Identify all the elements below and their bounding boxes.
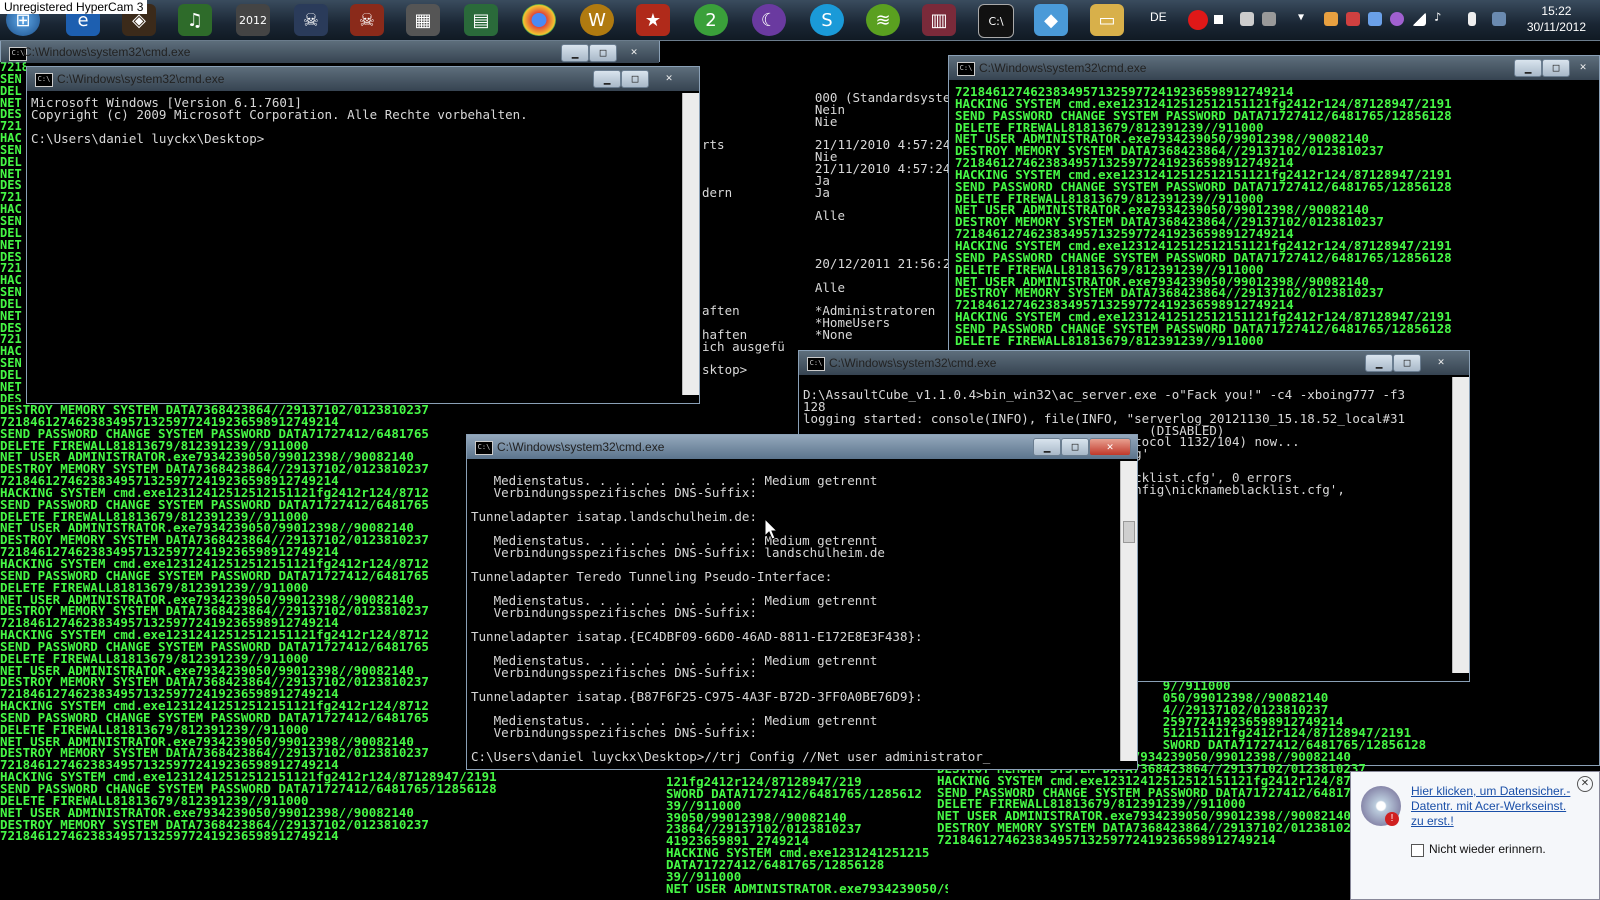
maximize-button[interactable]: □ <box>589 44 617 62</box>
mouse-cursor-icon <box>764 518 778 540</box>
close-button[interactable]: ✕ <box>1421 354 1461 370</box>
cmd-icon: C:\ <box>35 73 53 87</box>
vertical-scrollbar[interactable] <box>682 93 699 395</box>
tray-icon-4[interactable] <box>1368 12 1382 26</box>
minimize-button[interactable]: ▁ <box>1033 438 1061 456</box>
blue-app-icon[interactable]: ◆ <box>1034 4 1068 36</box>
window-top-left[interactable]: C:\ C:\Windows\system32\cmd.exe ▁ □ ✕ Mi… <box>26 66 700 404</box>
window-bg-left-titlebar[interactable]: C:\ C:\Windows\system32\cmd.exe ▁ □ ✕ <box>1 41 659 63</box>
window-main-titlebar[interactable]: C:\ C:\Windows\system32\cmd.exe ▁ □ ✕ <box>467 435 1137 459</box>
explorer-folder-icon[interactable]: ▭ <box>1090 4 1124 36</box>
language-indicator[interactable]: DE <box>1150 10 1167 24</box>
network-icon[interactable] <box>1412 12 1426 26</box>
taskbar: ⊞ e ◈ ♫ 2012 ☠ ☠ ▦ ▤ W ★ 2 ☾ S ≋ ▥ C:\ ◆… <box>0 0 1600 41</box>
flag-icon[interactable] <box>1346 12 1360 26</box>
dont-remind-label: Nicht wieder erinnern. <box>1429 842 1546 856</box>
red-game-icon[interactable]: ☠ <box>350 4 384 36</box>
minimize-button[interactable]: ▁ <box>593 70 621 88</box>
window-title: C:\Windows\system32\cmd.exe <box>23 45 191 59</box>
clock-time: 15:22 <box>1541 4 1572 18</box>
window-top-right-titlebar[interactable]: C:\ C:\Windows\system32\cmd.exe ▁ □ ✕ <box>949 56 1599 80</box>
close-button[interactable]: ✕ <box>649 70 689 86</box>
minimize-button[interactable]: ▁ <box>561 44 589 62</box>
window-main[interactable]: C:\ C:\Windows\system32\cmd.exe ▁ □ ✕ Me… <box>466 434 1138 770</box>
music-app-icon[interactable]: ♫ <box>178 4 212 36</box>
star-app-icon[interactable]: ★ <box>636 4 670 36</box>
maximize-button[interactable]: □ <box>1542 59 1570 77</box>
skype-icon[interactable]: S <box>810 4 844 36</box>
scrollbar-thumb[interactable] <box>1123 521 1135 543</box>
spotify-icon[interactable]: ≋ <box>866 4 900 36</box>
game-icon[interactable]: ▦ <box>406 4 440 36</box>
cmd-taskbar-icon[interactable]: C:\ <box>978 4 1014 38</box>
vertical-scrollbar[interactable] <box>1120 461 1137 761</box>
top-right-console-stream: 7218461274623834957132597724192365989127… <box>955 86 1452 346</box>
chrome-icon[interactable] <box>522 4 556 36</box>
tray-icon-6[interactable] <box>1492 12 1506 26</box>
wow-icon[interactable]: W <box>580 4 614 36</box>
year-app-icon[interactable]: 2012 <box>236 4 270 36</box>
tray-icon-2[interactable] <box>1262 12 1276 26</box>
skull-game-icon[interactable]: ☠ <box>294 4 328 36</box>
close-button[interactable]: ✕ <box>621 44 647 60</box>
minimize-button[interactable]: ▁ <box>1514 59 1542 77</box>
dont-remind-checkbox[interactable] <box>1411 844 1424 857</box>
window-title: C:\Windows\system32\cmd.exe <box>57 72 225 86</box>
notification-link[interactable]: Hier klicken, um Datensicher.-Datentr. m… <box>1411 784 1571 829</box>
maximize-button[interactable]: □ <box>1393 354 1421 372</box>
left-margin-stream: 7218 SEN DEL NET DES 721 HAC SEN DEL NET… <box>0 62 26 402</box>
spreadsheet-icon[interactable]: ▤ <box>464 4 498 36</box>
maximize-button[interactable]: □ <box>621 70 649 88</box>
window-title: C:\Windows\system32\cmd.exe <box>979 61 1147 75</box>
mid-console-text: 000 (Standardsystem Nein Nie rts 21/11/2… <box>702 92 950 378</box>
battery-icon[interactable] <box>1468 12 1476 26</box>
window-title: C:\Windows\system32\cmd.exe <box>829 356 997 370</box>
clock-date: 30/11/2012 <box>1526 20 1586 34</box>
backup-notification[interactable]: ✕ ! Hier klicken, um Datensicher.-Datent… <box>1350 771 1600 900</box>
stop-icon[interactable] <box>1214 15 1223 24</box>
window-top-left-titlebar[interactable]: C:\ C:\Windows\system32\cmd.exe ▁ □ ✕ <box>27 67 699 91</box>
tray-icon-1[interactable] <box>1240 12 1254 26</box>
purple-app-icon[interactable]: ☾ <box>752 4 786 36</box>
cmd-icon: C:\ <box>475 441 493 455</box>
maximize-button[interactable]: □ <box>1061 438 1089 456</box>
cmd-icon: C:\ <box>807 357 825 371</box>
close-button[interactable]: ✕ <box>1089 438 1131 456</box>
multimedia-icon[interactable]: ▥ <box>922 4 956 36</box>
minimize-button[interactable]: ▁ <box>1365 354 1393 372</box>
cmd-icon: C:\ <box>957 62 975 76</box>
main-console-output[interactable]: Medienstatus. . . . . . . . . . . : Medi… <box>471 475 1119 767</box>
close-button[interactable]: ✕ <box>1570 59 1596 75</box>
vertical-scrollbar[interactable] <box>1452 377 1469 673</box>
tray-expand-icon[interactable]: ▼ <box>1298 12 1312 26</box>
window-bg-left[interactable]: C:\ C:\Windows\system32\cmd.exe ▁ □ ✕ <box>0 40 660 63</box>
year-app-label: 2012 <box>239 13 267 27</box>
bottom-mid-stream: 121fg2412r124/87128947/219 SWORD DATA717… <box>666 776 948 896</box>
recorder-watermark: Unregistered HyperCam 3 <box>0 0 148 14</box>
warning-badge-icon: ! <box>1385 812 1399 826</box>
console-output[interactable]: Microsoft Windows [Version 6.1.7601] Cop… <box>31 97 681 397</box>
green-app-icon[interactable]: 2 <box>694 4 728 36</box>
record-icon[interactable] <box>1188 10 1208 30</box>
tray-icon-5[interactable] <box>1390 12 1404 26</box>
close-icon[interactable]: ✕ <box>1577 776 1593 792</box>
window-title: C:\Windows\system32\cmd.exe <box>497 440 665 454</box>
clock[interactable]: 15:22 30/11/2012 <box>1527 3 1586 35</box>
window-server-titlebar[interactable]: C:\ C:\Windows\system32\cmd.exe ▁ □ ✕ <box>799 351 1469 375</box>
tray-icon-3[interactable] <box>1324 12 1338 26</box>
volume-icon[interactable]: ♪ <box>1434 10 1448 24</box>
